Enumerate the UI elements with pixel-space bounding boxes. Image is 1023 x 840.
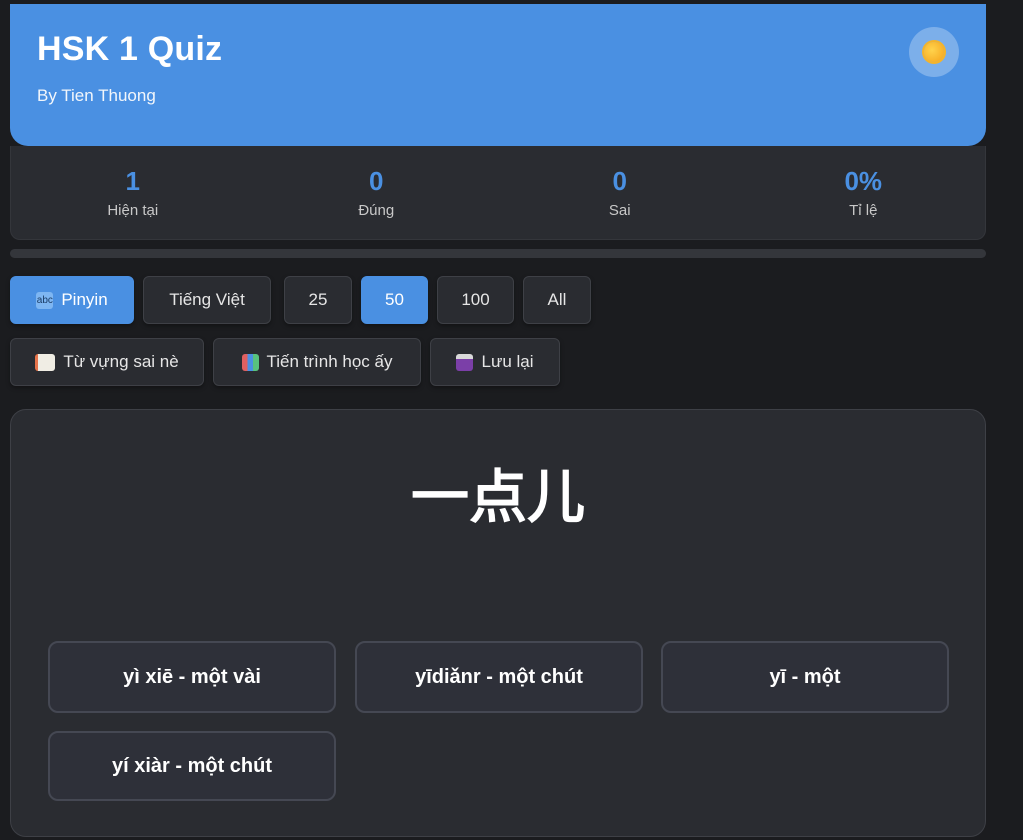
count-100-button[interactable]: 100 <box>437 276 514 324</box>
stat-current: 1 Hiện tại <box>11 146 255 239</box>
answer-option-3-label: yī - một <box>769 665 841 688</box>
stat-correct-label: Đúng <box>358 202 395 219</box>
stat-wrong-label: Sai <box>608 202 631 219</box>
stat-current-value: 1 <box>125 166 140 196</box>
count-all-label: All <box>547 290 567 309</box>
mode-pinyin-button[interactable]: abc Pinyin <box>10 276 134 324</box>
sun-icon <box>924 42 944 62</box>
wrong-words-label: Từ vựng sai nè <box>63 352 179 371</box>
progress-button-label: Tiến trình học ấy <box>266 352 393 371</box>
stat-rate-label: Tỉ lệ <box>849 202 878 219</box>
answer-option-3[interactable]: yī - một <box>661 641 949 713</box>
count-50-label: 50 <box>385 290 404 309</box>
count-25-label: 25 <box>308 290 328 309</box>
progress-button[interactable]: Tiến trình học ấy <box>213 338 421 386</box>
quiz-word: 一点儿 <box>410 463 585 531</box>
save-button[interactable]: Lưu lại <box>430 338 560 386</box>
memo-icon <box>35 353 56 371</box>
stat-wrong-value: 0 <box>612 166 627 196</box>
count-25-button[interactable]: 25 <box>284 276 352 324</box>
answer-option-4[interactable]: yí xiàr - một chút <box>48 731 336 801</box>
count-100-label: 100 <box>461 290 490 309</box>
stat-rate: 0% Tỉ lệ <box>742 146 986 239</box>
theme-toggle-button[interactable] <box>909 27 959 77</box>
stat-correct: 0 Đúng <box>255 146 499 239</box>
stat-wrong: 0 Sai <box>498 146 742 239</box>
stat-current-label: Hiện tại <box>107 202 159 219</box>
app-header: HSK 1 Quiz By Tien Thuong <box>10 4 986 146</box>
answer-option-4-label: yí xiàr - một chút <box>111 754 273 777</box>
answer-option-1-label: yì xiē - một vài <box>123 665 261 688</box>
quiz-card: 一点儿 yì xiē - một vài yīdiǎnr - một chút … <box>10 409 986 837</box>
app-author: By Tien Thuong <box>37 86 156 105</box>
mode-pinyin-label: Pinyin <box>61 290 108 309</box>
answer-option-2-label: yīdiǎnr - một chút <box>415 665 583 688</box>
save-label: Lưu lại <box>481 352 534 371</box>
app-title: HSK 1 Quiz <box>37 30 223 68</box>
count-50-button[interactable]: 50 <box>361 276 428 324</box>
answer-option-1[interactable]: yì xiē - một vài <box>48 641 336 713</box>
bar-chart-icon <box>241 353 259 371</box>
stat-rate-value: 0% <box>844 166 883 196</box>
stat-correct-value: 0 <box>369 166 384 196</box>
mode-vietnamese-label: Tiếng Việt <box>169 290 245 309</box>
abc-icon: abc <box>36 291 54 309</box>
wrong-words-button[interactable]: Từ vựng sai nè <box>10 338 204 386</box>
count-all-button[interactable]: All <box>523 276 591 324</box>
answer-option-2[interactable]: yīdiǎnr - một chút <box>355 641 643 713</box>
floppy-disk-icon <box>456 353 474 371</box>
mode-vietnamese-button[interactable]: Tiếng Việt <box>143 276 271 324</box>
stats-bar: 1 Hiện tại 0 Đúng 0 Sai 0% Tỉ lệ <box>10 146 986 240</box>
progress-bar <box>10 249 986 258</box>
